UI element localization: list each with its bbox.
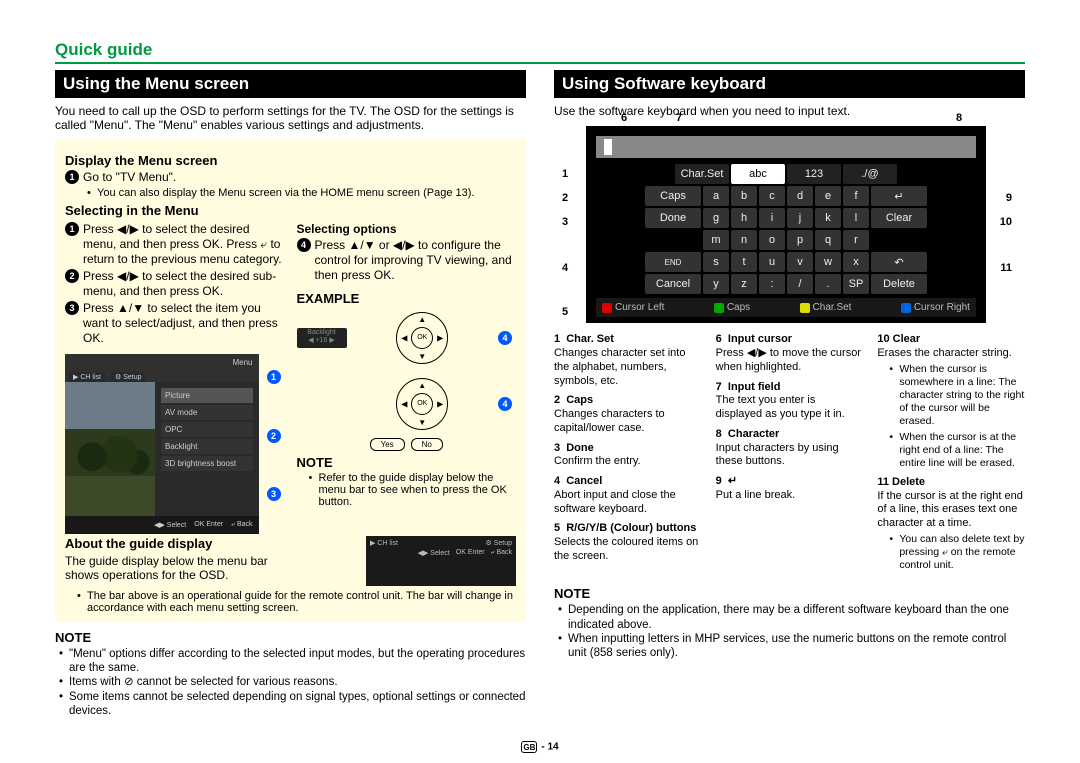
tree-image bbox=[65, 382, 155, 516]
kbd-key[interactable]: h bbox=[731, 208, 757, 228]
kbd-done[interactable]: Done bbox=[645, 208, 701, 228]
kbd-key[interactable]: v bbox=[787, 252, 813, 272]
quick-guide-heading: Quick guide bbox=[55, 40, 1025, 60]
kbd-key[interactable]: i bbox=[759, 208, 785, 228]
step-3-badge: 3 bbox=[65, 301, 79, 315]
keyboard-legend: 1 Char. SetChanges character set into th… bbox=[554, 333, 1025, 578]
note-l1: "Menu" options differ according to the s… bbox=[59, 647, 526, 676]
remote-dpad-icon: ▲ ▼ ◀ ▶ bbox=[396, 312, 448, 364]
right-column: Using Software keyboard Use the software… bbox=[554, 70, 1025, 718]
callout-3: 3 bbox=[267, 487, 281, 501]
kbd-key[interactable]: q bbox=[815, 230, 841, 250]
about-note: The bar above is an operational guide fo… bbox=[77, 590, 516, 614]
kbd-key[interactable]: s bbox=[703, 252, 729, 272]
kbd-cancel[interactable]: Cancel bbox=[645, 274, 701, 294]
kbd-caps[interactable]: Caps bbox=[645, 186, 701, 206]
kbd-key[interactable]: o bbox=[759, 230, 785, 250]
callout-1: 1 bbox=[267, 370, 281, 384]
selecting-options-h: Selecting options bbox=[297, 222, 517, 236]
kbd-key[interactable]: n bbox=[731, 230, 757, 250]
note-l2: Items with ⊘ cannot be selected for vari… bbox=[59, 675, 526, 689]
yellow-instruction-box: Display the Menu screen 1 Go to "TV Menu… bbox=[55, 139, 526, 622]
kbd-key[interactable]: b bbox=[731, 186, 757, 206]
kbd-key[interactable]: z bbox=[731, 274, 757, 294]
example-heading: EXAMPLE bbox=[297, 291, 517, 306]
divider bbox=[55, 62, 1025, 64]
kbd-key[interactable]: j bbox=[787, 208, 813, 228]
input-cursor bbox=[604, 139, 612, 155]
kbd-key[interactable]: c bbox=[759, 186, 785, 206]
kbd-key[interactable]: t bbox=[731, 252, 757, 272]
note-l3: Some items cannot be selected depending … bbox=[59, 690, 526, 719]
section-software-keyboard: Using Software keyboard bbox=[554, 70, 1025, 98]
selecting-heading: Selecting in the Menu bbox=[65, 203, 516, 218]
kbd-key[interactable]: r bbox=[843, 230, 869, 250]
region-badge: GB bbox=[521, 741, 537, 753]
callout-4a: 4 bbox=[498, 331, 512, 345]
left-column: Using the Menu screen You need to call u… bbox=[55, 70, 526, 718]
note-r1: Depending on the application, there may … bbox=[558, 603, 1025, 632]
kbd-key[interactable]: e bbox=[815, 186, 841, 206]
kbd-key[interactable]: d bbox=[787, 186, 813, 206]
callout-4b: 4 bbox=[498, 397, 512, 411]
kbd-input-field[interactable] bbox=[596, 136, 976, 158]
menu-screenshot: Menu ▶ CH list ⚙ Setup Picture AV m bbox=[65, 354, 259, 524]
example-note: Refer to the guide display below the men… bbox=[309, 472, 517, 508]
intro-text: You need to call up the OSD to perform s… bbox=[55, 104, 526, 133]
kbd-back[interactable]: ↶ bbox=[871, 252, 927, 272]
page-footer: GB- 14 bbox=[0, 741, 1080, 753]
kbd-colour-bar: Cursor Left Caps Char.Set Cursor Right bbox=[596, 298, 976, 317]
guide-bar-mini: ▶ CH list ⚙ Setup ◀▶ Select OK Enter ⤶ B… bbox=[366, 536, 516, 586]
display-step-1: Go to "TV Menu". bbox=[83, 170, 516, 185]
kbd-key[interactable]: w bbox=[815, 252, 841, 272]
example-note-h: NOTE bbox=[297, 455, 517, 470]
kbd-key[interactable]: y bbox=[703, 274, 729, 294]
kbd-clear[interactable]: Clear bbox=[871, 208, 927, 228]
kbd-key[interactable]: l bbox=[843, 208, 869, 228]
kbd-tab-sym[interactable]: ./@ bbox=[843, 164, 897, 184]
kbd-key[interactable]: SP bbox=[843, 274, 869, 294]
note-heading-left: NOTE bbox=[55, 630, 526, 645]
software-keyboard-figure: 6 7 8 1 2 3 4 5 9 10 11 Char.Set bbox=[586, 126, 986, 323]
kbd-key[interactable]: / bbox=[787, 274, 813, 294]
note-r2: When inputting letters in MHP services, … bbox=[558, 632, 1025, 661]
step-4-badge: 4 bbox=[297, 238, 311, 252]
kbd-key[interactable]: u bbox=[759, 252, 785, 272]
sel-step-4: Press ▲/▼ or ◀/▶ to configure the contro… bbox=[315, 238, 517, 283]
remote-dpad-icon: ▲ ▼ ◀ ▶ bbox=[396, 378, 448, 430]
about-guide-h: About the guide display bbox=[65, 536, 285, 551]
step-1-badge: 1 bbox=[65, 222, 79, 236]
sel-step-1: Press ◀/▶ to select the desired menu, an… bbox=[83, 222, 285, 267]
kbd-key[interactable]: x bbox=[843, 252, 869, 272]
kbd-enter[interactable]: ↵ bbox=[871, 186, 927, 206]
sel-step-2: Press ◀/▶ to select the desired sub-menu… bbox=[83, 269, 285, 299]
kbd-tab-charset[interactable]: Char.Set bbox=[675, 164, 729, 184]
kbd-key[interactable]: a bbox=[703, 186, 729, 206]
callout-2: 2 bbox=[267, 429, 281, 443]
kbd-end[interactable]: END bbox=[645, 252, 701, 272]
display-menu-heading: Display the Menu screen bbox=[65, 153, 516, 168]
display-note: You can also display the Menu screen via… bbox=[87, 187, 516, 199]
kbd-tab-abc[interactable]: abc bbox=[731, 164, 785, 184]
kbd-key[interactable]: . bbox=[815, 274, 841, 294]
yes-no-dialog: YesNo bbox=[297, 438, 517, 451]
kbd-delete[interactable]: Delete bbox=[871, 274, 927, 294]
note-heading-right: NOTE bbox=[554, 586, 1025, 601]
kbd-key[interactable]: f bbox=[843, 186, 869, 206]
kbd-tab-123[interactable]: 123 bbox=[787, 164, 841, 184]
kbd-key[interactable]: g bbox=[703, 208, 729, 228]
about-guide-p: The guide display below the menu bar sho… bbox=[65, 554, 285, 583]
kbd-key[interactable]: m bbox=[703, 230, 729, 250]
kbd-key[interactable]: p bbox=[787, 230, 813, 250]
step-2-badge: 2 bbox=[65, 269, 79, 283]
kbd-key[interactable]: k bbox=[815, 208, 841, 228]
step-1-badge: 1 bbox=[65, 170, 79, 184]
section-using-menu: Using the Menu screen bbox=[55, 70, 526, 98]
kbd-key[interactable]: : bbox=[759, 274, 785, 294]
sel-step-3: Press ▲/▼ to select the item you want to… bbox=[83, 301, 285, 346]
